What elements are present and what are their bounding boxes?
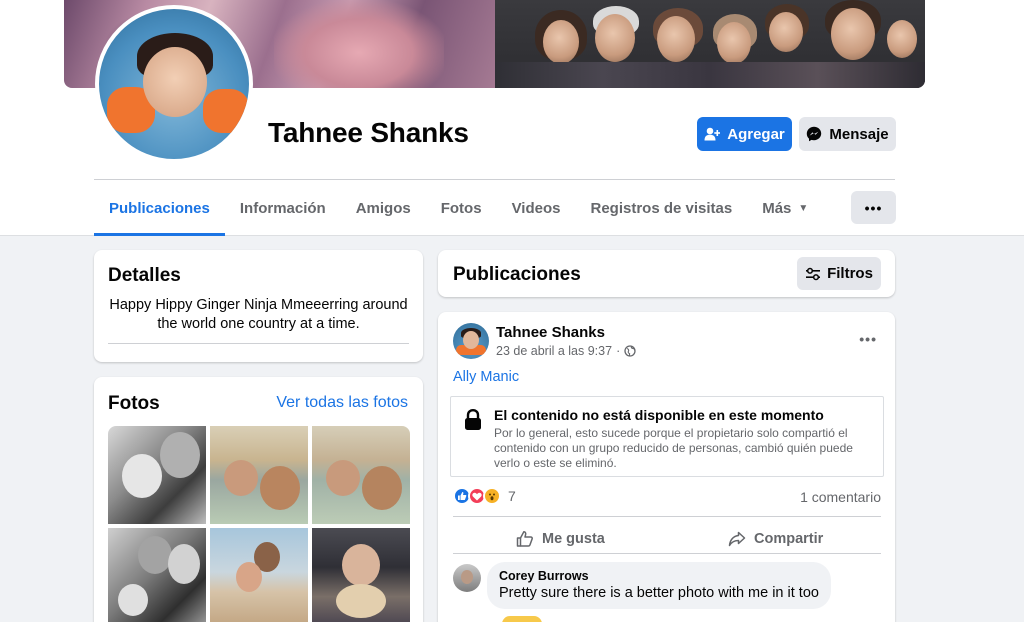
like-label: Me gusta (542, 531, 605, 547)
reaction-count: 7 (508, 488, 516, 504)
tab-mas[interactable]: Más ▼ (747, 180, 823, 236)
message-label: Mensaje (829, 125, 889, 143)
posts-header-card: Publicaciones Filtros (438, 250, 895, 297)
add-friend-button[interactable]: Agregar (697, 117, 792, 151)
details-divider (108, 343, 409, 344)
tab-publicaciones[interactable]: Publicaciones (94, 180, 225, 236)
tab-videos[interactable]: Videos (497, 180, 576, 236)
filters-icon (806, 267, 821, 280)
message-button[interactable]: Mensaje (799, 117, 896, 151)
comment-author-avatar[interactable] (453, 564, 481, 592)
profile-tabs: Publicaciones Información Amigos Fotos V… (94, 180, 823, 236)
wow-reaction-icon (483, 487, 501, 505)
photo-grid (108, 426, 410, 622)
thumbs-up-icon (516, 531, 533, 547)
filters-button[interactable]: Filtros (797, 257, 881, 290)
add-friend-icon (704, 127, 721, 141)
post-card: Tahnee Shanks 23 de abril a las 9:37 · •… (438, 312, 895, 622)
unavailable-title: El contenido no está disponible en este … (494, 407, 824, 423)
more-options-button[interactable]: ••• (851, 191, 896, 224)
photo-thumbnail[interactable] (108, 426, 206, 524)
photo-thumbnail[interactable] (312, 426, 410, 524)
filters-label: Filtros (827, 265, 873, 282)
actions-divider-bottom (453, 553, 881, 554)
photos-title: Fotos (108, 393, 160, 414)
share-label: Compartir (754, 531, 824, 547)
add-friend-label: Agregar (727, 125, 785, 143)
photos-card: Fotos Ver todas las fotos (94, 377, 423, 622)
post-author-avatar[interactable] (453, 323, 489, 359)
posts-title: Publicaciones (453, 264, 581, 285)
reactions-summary[interactable]: 7 (453, 487, 516, 505)
tab-fotos[interactable]: Fotos (426, 180, 497, 236)
photo-thumbnail[interactable] (312, 528, 410, 622)
see-all-photos-link[interactable]: Ver todas las fotos (276, 394, 408, 412)
photo-thumbnail[interactable] (210, 528, 308, 622)
tab-informacion[interactable]: Información (225, 180, 341, 236)
tab-registros-de-visitas[interactable]: Registros de visitas (575, 180, 747, 236)
profile-header: Tahnee Shanks Agregar Mensaje Publicacio… (0, 0, 1024, 236)
content-unavailable-box: El contenido no está disponible en este … (450, 396, 884, 477)
photo-thumbnail[interactable] (108, 528, 206, 622)
comment-author-name[interactable]: Corey Burrows (499, 569, 819, 583)
more-dots-icon: ••• (864, 199, 883, 216)
post-author-name[interactable]: Tahnee Shanks (496, 324, 605, 341)
tab-amigos[interactable]: Amigos (341, 180, 426, 236)
lock-icon (465, 409, 481, 430)
post-timestamp[interactable]: 23 de abril a las 9:37 (496, 344, 612, 358)
share-icon (728, 531, 746, 547)
share-button[interactable]: Compartir (728, 523, 823, 555)
messenger-icon (807, 126, 822, 142)
tagged-user-link[interactable]: Ally Manic (453, 369, 519, 385)
emoji-sticker-partial (502, 616, 542, 622)
post-options-button[interactable]: ••• (859, 331, 877, 347)
globe-icon (624, 345, 636, 357)
cover-photo-right (495, 0, 925, 88)
profile-avatar[interactable] (95, 5, 253, 163)
post-meta: 23 de abril a las 9:37 · (496, 344, 636, 358)
bio-text: Happy Hippy Ginger Ninja Mmeeerring arou… (109, 297, 408, 332)
details-card: Detalles Happy Hippy Ginger Ninja Mmeeer… (94, 250, 423, 362)
details-title: Detalles (108, 265, 181, 286)
meta-separator: · (616, 344, 621, 358)
caret-down-icon: ▼ (798, 202, 809, 214)
comment-bubble: Corey Burrows Pretty sure there is a bet… (487, 562, 831, 609)
actions-divider-top (453, 516, 881, 517)
like-button[interactable]: Me gusta (516, 523, 605, 555)
profile-name: Tahnee Shanks (268, 117, 469, 148)
comment-count[interactable]: 1 comentario (800, 489, 881, 505)
comment-text: Pretty sure there is a better photo with… (499, 585, 819, 601)
photo-thumbnail[interactable] (210, 426, 308, 524)
unavailable-description: Por lo general, esto sucede porque el pr… (494, 426, 853, 470)
